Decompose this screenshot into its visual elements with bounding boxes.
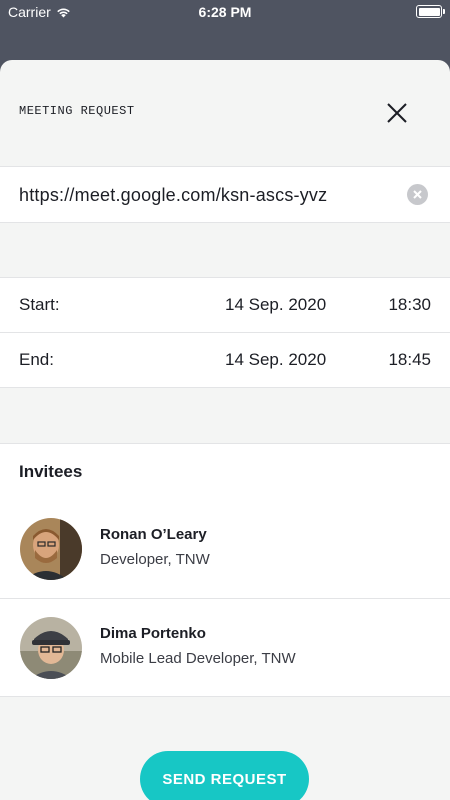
start-label: Start: <box>19 295 60 314</box>
sheet-header: MEETING REQUEST <box>0 60 450 166</box>
start-time[interactable]: 18:30 <box>388 295 431 315</box>
status-time: 6:28 PM <box>198 4 252 20</box>
meeting-url[interactable]: https://meet.google.com/ksn-ascs-yvz <box>19 185 327 206</box>
send-request-button[interactable]: SEND REQUEST <box>140 751 309 800</box>
page-title: MEETING REQUEST <box>19 104 135 118</box>
avatar <box>20 518 82 580</box>
invitees-section: Invitees Ronan O’Leary Developer, TNW Di… <box>0 443 450 697</box>
meeting-url-field[interactable]: https://meet.google.com/ksn-ascs-yvz <box>0 166 450 223</box>
end-label: End: <box>19 350 54 369</box>
close-button[interactable] <box>382 98 412 128</box>
meeting-request-sheet: MEETING REQUEST https://meet.google.com/… <box>0 60 450 800</box>
start-date[interactable]: 14 Sep. 2020 <box>225 295 326 315</box>
battery-icon <box>416 5 445 18</box>
invitee-item[interactable]: Dima Portenko Mobile Lead Developer, TNW <box>0 600 450 698</box>
avatar <box>20 617 82 679</box>
invitee-name: Dima Portenko <box>100 625 206 642</box>
close-icon <box>387 103 407 123</box>
invitees-title: Invitees <box>19 462 83 481</box>
battery-level <box>418 7 440 16</box>
invitee-role: Developer, TNW <box>100 551 210 568</box>
clear-circle-icon <box>413 190 422 199</box>
end-row[interactable]: End: 14 Sep. 2020 18:45 <box>0 332 450 388</box>
invitee-name: Ronan O’Leary <box>100 526 207 543</box>
end-time[interactable]: 18:45 <box>388 350 431 370</box>
status-bar: Carrier 6:28 PM <box>0 0 450 24</box>
clear-url-button[interactable] <box>407 184 428 205</box>
end-date[interactable]: 14 Sep. 2020 <box>225 350 326 370</box>
invitee-item[interactable]: Ronan O’Leary Developer, TNW <box>0 501 450 599</box>
invitee-role: Mobile Lead Developer, TNW <box>100 650 296 667</box>
start-row[interactable]: Start: 14 Sep. 2020 18:30 <box>0 277 450 333</box>
